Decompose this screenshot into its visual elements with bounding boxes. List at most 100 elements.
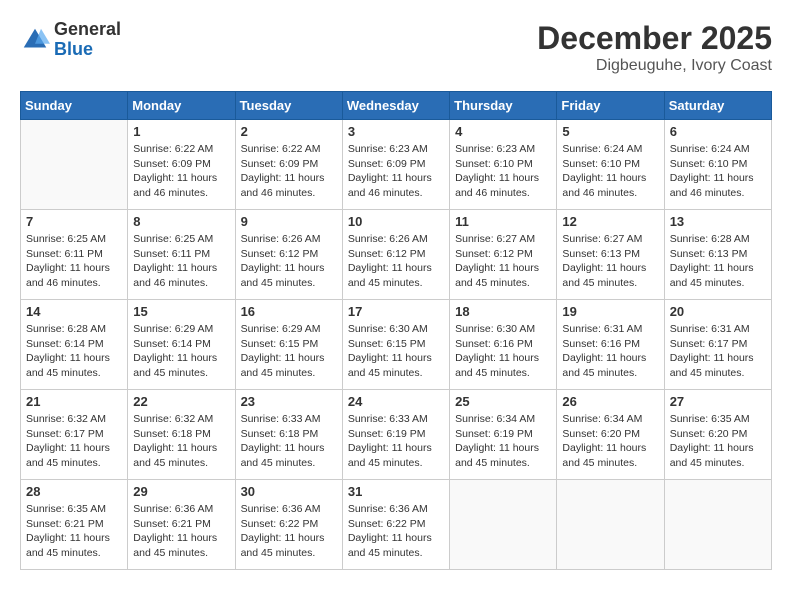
day-number: 19 xyxy=(562,304,658,319)
day-info: Sunrise: 6:35 AMSunset: 6:20 PMDaylight:… xyxy=(670,412,766,471)
table-row: 18 Sunrise: 6:30 AMSunset: 6:16 PMDayligh… xyxy=(450,300,557,390)
day-info: Sunrise: 6:34 AMSunset: 6:20 PMDaylight:… xyxy=(562,412,658,471)
daylight-text: Daylight: 11 hours and 46 minutes. xyxy=(26,261,122,290)
sunset-text: Sunset: 6:12 PM xyxy=(455,247,551,262)
table-row: 16Sunrise: 6:29 AMSunset: 6:15 PMDayligh… xyxy=(235,300,342,390)
sunset-text: Sunset: 6:11 PM xyxy=(133,247,229,262)
sunset-text: Sunset: 6:14 PM xyxy=(133,337,229,352)
sunrise-text: Sunrise: 6:31 AM xyxy=(562,322,658,337)
sunset-text: Sunset: 6:10 PM xyxy=(670,157,766,172)
sunset-text: Sunset: 6:22 PM xyxy=(241,517,337,532)
day-number: 25 xyxy=(455,394,551,409)
day-number: 18 xyxy=(455,304,551,319)
day-info: Sunrise: 6:31 AMSunset: 6:16 PMDaylight:… xyxy=(562,322,658,381)
sunrise-text: Sunrise: 6:33 AM xyxy=(241,412,337,427)
sunset-text: Sunset: 6:19 PM xyxy=(455,427,551,442)
col-saturday: Saturday xyxy=(664,92,771,120)
daylight-text: Daylight: 11 hours and 46 minutes. xyxy=(133,261,229,290)
day-info: Sunrise: 6:26 AMSunset: 6:12 PMDaylight:… xyxy=(348,232,444,291)
sunrise-text: Sunrise: 6:35 AM xyxy=(26,502,122,517)
daylight-text: Daylight: 11 hours and 46 minutes. xyxy=(133,171,229,200)
table-row: 29Sunrise: 6:36 AMSunset: 6:21 PMDayligh… xyxy=(128,480,235,570)
col-sunday: Sunday xyxy=(21,92,128,120)
table-row: 2Sunrise: 6:22 AMSunset: 6:09 PMDaylight… xyxy=(235,120,342,210)
day-info: Sunrise: 6:24 AMSunset: 6:10 PMDaylight:… xyxy=(562,142,658,201)
table-row xyxy=(664,480,771,570)
table-row: 13Sunrise: 6:28 AMSunset: 6:13 PMDayligh… xyxy=(664,210,771,300)
day-number: 22 xyxy=(133,394,229,409)
sunset-text: Sunset: 6:09 PM xyxy=(133,157,229,172)
day-number: 11 xyxy=(455,214,551,229)
day-info: Sunrise: 6:31 AMSunset: 6:17 PMDaylight:… xyxy=(670,322,766,381)
day-info: Sunrise: 6:30 AMSunset: 6:16 PMDaylight:… xyxy=(455,322,551,381)
sunset-text: Sunset: 6:10 PM xyxy=(455,157,551,172)
day-number: 17 xyxy=(348,304,444,319)
daylight-text: Daylight: 11 hours and 45 minutes. xyxy=(562,441,658,470)
day-number: 7 xyxy=(26,214,122,229)
day-number: 29 xyxy=(133,484,229,499)
day-number: 1 xyxy=(133,124,229,139)
sunrise-text: Sunrise: 6:22 AM xyxy=(241,142,337,157)
table-row: 24Sunrise: 6:33 AMSunset: 6:19 PMDayligh… xyxy=(342,390,449,480)
day-number: 8 xyxy=(133,214,229,229)
daylight-text: Daylight: 11 hours and 45 minutes. xyxy=(562,261,658,290)
day-number: 31 xyxy=(348,484,444,499)
sunrise-text: Sunrise: 6:33 AM xyxy=(348,412,444,427)
daylight-text: Daylight: 11 hours and 45 minutes. xyxy=(562,351,658,380)
sunrise-text: Sunrise: 6:36 AM xyxy=(348,502,444,517)
daylight-text: Daylight: 11 hours and 45 minutes. xyxy=(348,441,444,470)
sunrise-text: Sunrise: 6:30 AM xyxy=(455,322,551,337)
sunset-text: Sunset: 6:16 PM xyxy=(562,337,658,352)
table-row: 23Sunrise: 6:33 AMSunset: 6:18 PMDayligh… xyxy=(235,390,342,480)
sunrise-text: Sunrise: 6:23 AM xyxy=(455,142,551,157)
day-info: Sunrise: 6:35 AMSunset: 6:21 PMDaylight:… xyxy=(26,502,122,561)
sunrise-text: Sunrise: 6:26 AM xyxy=(348,232,444,247)
day-info: Sunrise: 6:23 AMSunset: 6:09 PMDaylight:… xyxy=(348,142,444,201)
col-wednesday: Wednesday xyxy=(342,92,449,120)
sunset-text: Sunset: 6:11 PM xyxy=(26,247,122,262)
main-title: December 2025 xyxy=(537,20,772,57)
day-info: Sunrise: 6:36 AMSunset: 6:22 PMDaylight:… xyxy=(348,502,444,561)
day-number: 24 xyxy=(348,394,444,409)
day-number: 6 xyxy=(670,124,766,139)
table-row: 26 Sunrise: 6:34 AMSunset: 6:20 PMDayligh… xyxy=(557,390,664,480)
sunrise-text: Sunrise: 6:34 AM xyxy=(455,412,551,427)
day-number: 26 xyxy=(562,394,658,409)
table-row: 12Sunrise: 6:27 AMSunset: 6:13 PMDayligh… xyxy=(557,210,664,300)
sunrise-text: Sunrise: 6:25 AM xyxy=(133,232,229,247)
day-number: 15 xyxy=(133,304,229,319)
day-info: Sunrise: 6:34 AMSunset: 6:19 PMDaylight:… xyxy=(455,412,551,471)
day-info: Sunrise: 6:23 AMSunset: 6:10 PMDaylight:… xyxy=(455,142,551,201)
logo-icon xyxy=(20,25,50,55)
sunset-text: Sunset: 6:18 PM xyxy=(241,427,337,442)
sunset-text: Sunset: 6:13 PM xyxy=(670,247,766,262)
table-row: 17Sunrise: 6:30 AMSunset: 6:15 PMDayligh… xyxy=(342,300,449,390)
calendar-body: 1Sunrise: 6:22 AMSunset: 6:09 PMDaylight… xyxy=(21,120,772,570)
day-number: 4 xyxy=(455,124,551,139)
sunset-text: Sunset: 6:18 PM xyxy=(133,427,229,442)
daylight-text: Daylight: 11 hours and 45 minutes. xyxy=(455,351,551,380)
day-number: 10 xyxy=(348,214,444,229)
table-row: 4 Sunrise: 6:23 AMSunset: 6:10 PMDaylight… xyxy=(450,120,557,210)
table-row: 19 Sunrise: 6:31 AMSunset: 6:16 PMDayligh… xyxy=(557,300,664,390)
table-row: 3 Sunrise: 6:23 AMSunset: 6:09 PMDaylight… xyxy=(342,120,449,210)
calendar-week-row: 21Sunrise: 6:32 AMSunset: 6:17 PMDayligh… xyxy=(21,390,772,480)
calendar-header: Sunday Monday Tuesday Wednesday Thursday… xyxy=(21,92,772,120)
sunrise-text: Sunrise: 6:22 AM xyxy=(133,142,229,157)
calendar-week-row: 1Sunrise: 6:22 AMSunset: 6:09 PMDaylight… xyxy=(21,120,772,210)
sunrise-text: Sunrise: 6:23 AM xyxy=(348,142,444,157)
table-row xyxy=(21,120,128,210)
table-row: 8 Sunrise: 6:25 AMSunset: 6:11 PMDaylight… xyxy=(128,210,235,300)
logo-general: General xyxy=(54,20,121,40)
calendar-week-row: 28Sunrise: 6:35 AMSunset: 6:21 PMDayligh… xyxy=(21,480,772,570)
sunset-text: Sunset: 6:13 PM xyxy=(562,247,658,262)
day-number: 5 xyxy=(562,124,658,139)
day-number: 3 xyxy=(348,124,444,139)
table-row: 15Sunrise: 6:29 AMSunset: 6:14 PMDayligh… xyxy=(128,300,235,390)
day-number: 16 xyxy=(241,304,337,319)
sunrise-text: Sunrise: 6:36 AM xyxy=(133,502,229,517)
sunset-text: Sunset: 6:12 PM xyxy=(241,247,337,262)
table-row: 31 Sunrise: 6:36 AMSunset: 6:22 PMDayligh… xyxy=(342,480,449,570)
daylight-text: Daylight: 11 hours and 45 minutes. xyxy=(455,441,551,470)
daylight-text: Daylight: 11 hours and 45 minutes. xyxy=(241,531,337,560)
